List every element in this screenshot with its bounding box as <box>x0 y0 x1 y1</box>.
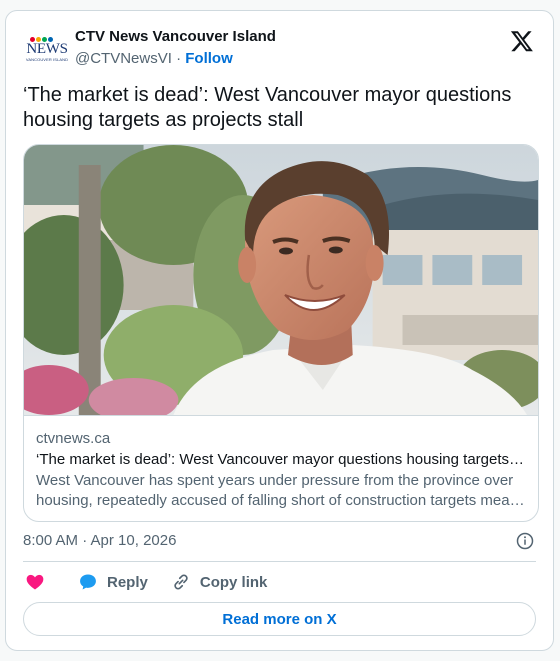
speech-bubble-icon <box>80 574 96 590</box>
copy-link-label: Copy link <box>199 573 268 591</box>
account-names: CTV News Vancouver Island @CTVNewsVI · F… <box>75 27 276 69</box>
separator: · <box>176 50 182 67</box>
article-photo <box>24 145 538 415</box>
read-more-button[interactable]: Read more on X <box>23 602 536 636</box>
link-domain: ctvnews.ca <box>36 430 111 447</box>
link-meta: ctvnews.ca ‘The market is dead’: West Va… <box>24 415 538 511</box>
embedded-post-card: NEWS VANCOUVER ISLAND CTV News Vancouver… <box>5 10 554 651</box>
divider <box>23 561 536 562</box>
avatar[interactable]: NEWS VANCOUVER ISLAND <box>25 33 69 65</box>
follow-button[interactable]: Follow <box>185 50 233 67</box>
timestamp-row: 8:00 AM · Apr 10, 2026 <box>23 531 536 553</box>
reply-button[interactable]: Reply <box>78 572 148 592</box>
handle-row: @CTVNewsVI · Follow <box>75 49 276 69</box>
link-description: West Vancouver has spent years under pre… <box>36 472 525 509</box>
info-icon[interactable] <box>516 532 534 550</box>
link-icon <box>174 574 188 590</box>
link-preview-card[interactable]: ctvnews.ca ‘The market is dead’: West Va… <box>23 144 539 522</box>
avatar-logo-text: NEWS <box>26 40 68 57</box>
copy-link-button[interactable]: Copy link <box>171 572 268 592</box>
timestamp[interactable]: 8:00 AM · Apr 10, 2026 <box>23 532 176 549</box>
post-text: ‘The market is dead’: West Vancouver may… <box>23 84 512 131</box>
heart-icon <box>26 574 44 590</box>
reply-label: Reply <box>107 573 148 591</box>
display-name[interactable]: CTV News Vancouver Island <box>75 27 276 47</box>
post-header: NEWS VANCOUVER ISLAND CTV News Vancouver… <box>23 25 538 71</box>
x-logo-icon[interactable] <box>510 29 534 53</box>
like-button[interactable] <box>25 572 45 592</box>
handle[interactable]: @CTVNewsVI <box>75 50 172 67</box>
action-bar: Reply Copy link <box>23 571 267 593</box>
link-title: ‘The market is dead’: West Vancouver may… <box>36 451 525 468</box>
avatar-logo-subtext: VANCOUVER ISLAND <box>25 56 69 62</box>
